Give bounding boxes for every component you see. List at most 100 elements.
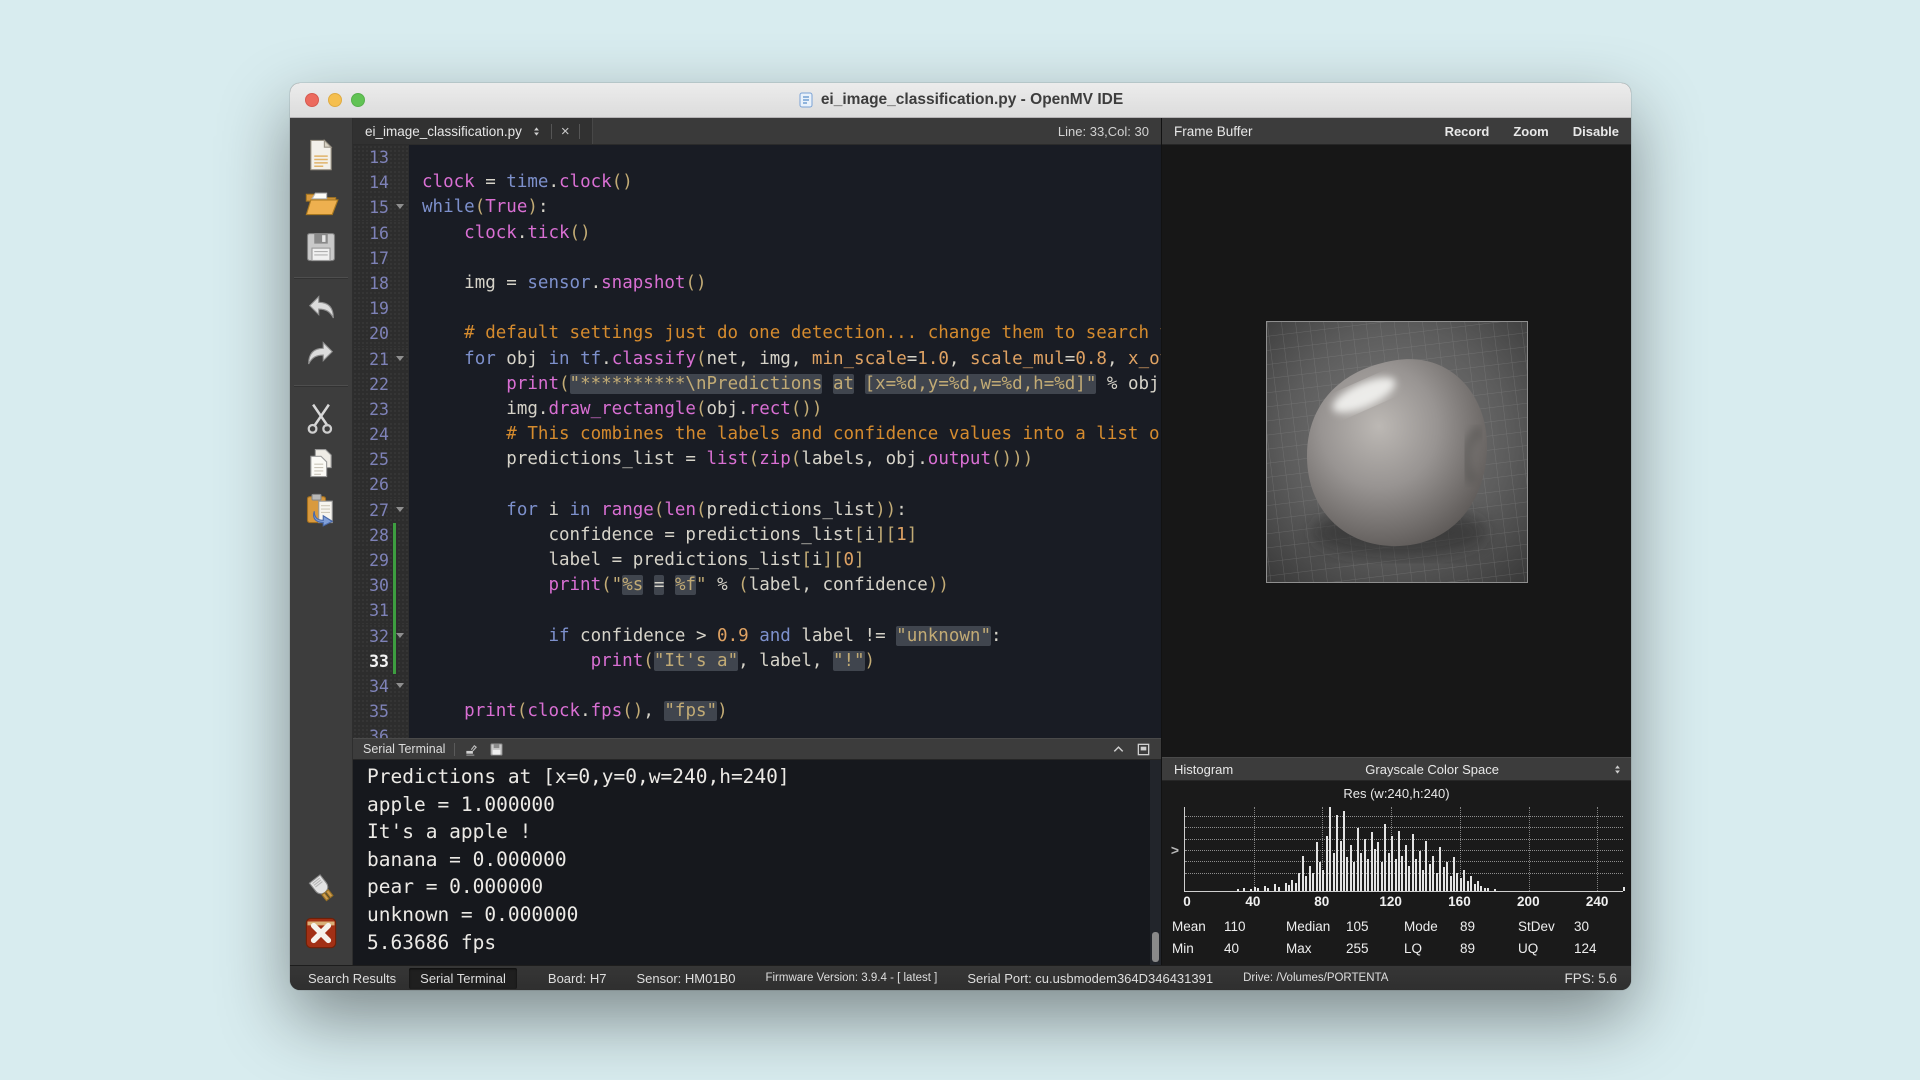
fold-arrow-icon[interactable] — [396, 204, 404, 210]
code-line: 34 — [353, 673, 1161, 700]
document-select-icon[interactable] — [531, 125, 542, 138]
histogram-bar — [1250, 889, 1253, 891]
serial-terminal-title: Serial Terminal — [363, 742, 446, 756]
code-line: 14 clock = time.clock() — [353, 170, 1161, 196]
histogram-bar — [1473, 884, 1476, 891]
new-file-button[interactable] — [303, 137, 339, 173]
code-text: for obj in tf.classify(net, img, min_sca… — [464, 348, 1161, 369]
terminal-scrollbar-thumb[interactable] — [1152, 932, 1159, 962]
undo-icon — [308, 295, 334, 319]
paste-button[interactable] — [303, 491, 339, 527]
fold-arrow-icon[interactable] — [396, 632, 404, 638]
close-tab-icon[interactable]: × — [561, 124, 570, 139]
record-button[interactable]: Record — [1445, 124, 1490, 139]
histogram-bar — [1394, 859, 1397, 891]
code-line: 31 — [353, 598, 1161, 624]
line-number: 26 — [369, 475, 389, 495]
copy-button[interactable] — [303, 445, 339, 481]
toolbar-separator — [294, 277, 348, 279]
detach-icon[interactable] — [1136, 742, 1151, 757]
histogram-bar — [1370, 832, 1373, 891]
editor-gutter: 36 — [353, 724, 409, 738]
statusbar-tab-search-results[interactable]: Search Results — [297, 968, 407, 989]
code-line: 21 for obj in tf.classify(net, img, min_… — [353, 346, 1161, 372]
stat-label: Mean — [1172, 919, 1206, 934]
frame-buffer-view[interactable] — [1162, 145, 1631, 757]
histogram-bar — [1257, 888, 1260, 891]
editor-gutter: 34 — [353, 673, 409, 700]
editor-gutter: 32 — [353, 623, 409, 649]
histogram-collapse-arrow[interactable]: > — [1166, 842, 1184, 858]
code-text: img = sensor.snapshot() — [464, 272, 707, 293]
cut-button[interactable] — [303, 399, 339, 435]
statusbar-sensor: Sensor: HM01B0 — [636, 970, 736, 986]
histogram-bar — [1387, 853, 1390, 891]
line-col-indicator: Line: 33,Col: 30 — [1057, 123, 1149, 139]
histogram-bar — [1367, 859, 1370, 891]
save-button[interactable] — [303, 229, 339, 265]
statusbar-tab-serial-terminal[interactable]: Serial Terminal — [409, 967, 517, 989]
frame-buffer-title: Frame Buffer — [1174, 123, 1253, 139]
histogram-bar — [1470, 875, 1473, 891]
line-number: 22 — [369, 374, 389, 394]
terminal-line: pear = 0.000000 — [367, 875, 544, 899]
histogram-bar — [1343, 811, 1346, 891]
histogram-bar — [1432, 855, 1435, 891]
line-number: 32 — [369, 626, 389, 646]
colorspace-dropdown[interactable]: Grayscale Color Space — [1233, 762, 1631, 777]
undo-button[interactable] — [303, 291, 339, 327]
colorspace-label: Grayscale Color Space — [1365, 761, 1499, 777]
toolbar-separator — [294, 385, 348, 387]
stat-label: StDev — [1518, 919, 1555, 934]
close-window-button[interactable] — [305, 93, 319, 107]
redo-button[interactable] — [303, 337, 339, 373]
histogram-bar — [1318, 861, 1321, 891]
change-marker — [393, 573, 396, 599]
tab-ei-image-classification[interactable]: ei_image_classification.py × — [353, 118, 593, 144]
code-line: 17 — [353, 245, 1161, 271]
clean-log-icon[interactable] — [464, 742, 479, 757]
code-line: 27 for i in range(len(predictions_list))… — [353, 497, 1161, 523]
maximize-window-button[interactable] — [351, 93, 365, 107]
change-marker — [393, 648, 396, 674]
statusbar-firmware-version: Firmware Version: 3.9.4 - [ latest ] — [765, 972, 938, 984]
histogram-bar — [1349, 844, 1352, 891]
editor-gutter: 26 — [353, 472, 409, 498]
status-bar: Search Results Serial Terminal Board: H7 Se… — [290, 965, 1631, 990]
histogram-bar — [1446, 861, 1449, 891]
histogram-bar — [1288, 885, 1291, 891]
histogram-bar — [1236, 889, 1239, 891]
line-number: 24 — [369, 425, 389, 445]
code-line: 28 confidence = predictions_list[i][1] — [353, 522, 1161, 548]
open-folder-button[interactable] — [303, 183, 339, 219]
serial-terminal-output[interactable]: Predictions at [x=0,y=0,w=240,h=240] appl… — [353, 760, 1161, 965]
fold-arrow-icon[interactable] — [396, 682, 404, 688]
histogram-bar — [1329, 807, 1332, 891]
tab-separator — [550, 123, 552, 139]
editor-tabbar: ei_image_classification.py × Line: 33,Co… — [353, 118, 1161, 145]
editor-gutter: 18 — [353, 270, 409, 297]
histogram-bar — [1415, 859, 1418, 891]
terminal-scrollbar[interactable] — [1150, 760, 1161, 965]
histogram-bar — [1480, 885, 1483, 891]
fold-arrow-icon[interactable] — [396, 355, 404, 361]
line-number: 33 — [369, 651, 389, 671]
histogram-plot — [1184, 807, 1625, 892]
collapse-icon[interactable] — [1111, 742, 1126, 757]
histogram-bar — [1404, 844, 1407, 891]
fold-arrow-icon[interactable] — [396, 506, 404, 512]
minimize-window-button[interactable] — [328, 93, 342, 107]
disable-button[interactable]: Disable — [1573, 124, 1619, 139]
window-titlebar[interactable]: ei_image_classification.py - OpenMV IDE — [290, 83, 1631, 118]
line-number: 27 — [369, 500, 389, 520]
terminal-line: Predictions at [x=0,y=0,w=240,h=240] — [367, 765, 790, 788]
zoom-button[interactable]: Zoom — [1513, 124, 1548, 139]
connect-button[interactable] — [303, 869, 339, 905]
code-editor[interactable]: 13 14 clock = time.clock() 15 while(True): 16… — [353, 145, 1161, 738]
frame-buffer-pane: Frame Buffer Record Zoom Disable Histogr… — [1161, 118, 1631, 965]
save-log-icon[interactable] — [489, 742, 504, 757]
stop-button[interactable] — [303, 915, 339, 951]
code-text: label = predictions_list[i][0] — [548, 550, 865, 570]
